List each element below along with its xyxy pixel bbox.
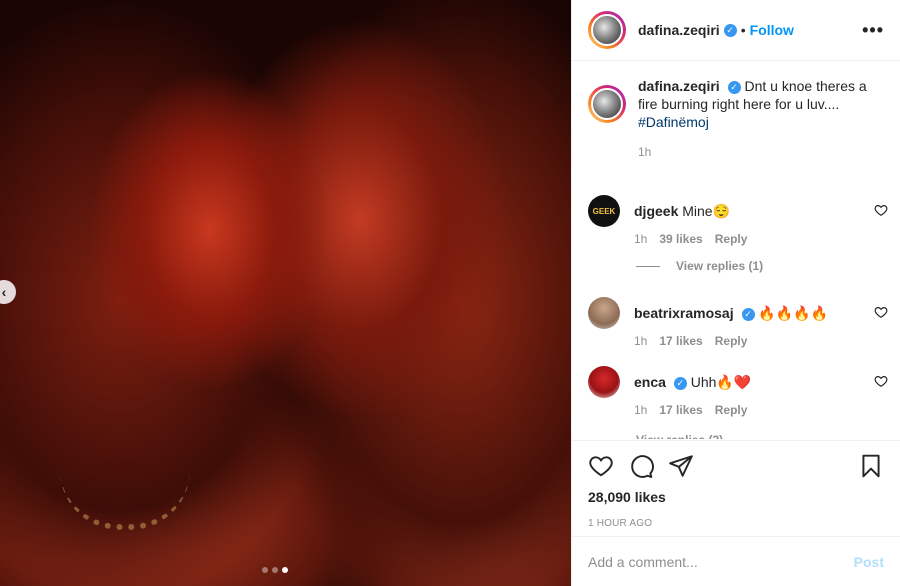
save-bookmark-icon[interactable] — [858, 453, 884, 479]
comments-section[interactable]: dafina.zeqiri ✓ Dnt u knoe theres a fire… — [572, 61, 900, 439]
verified-badge-icon: ✓ — [723, 23, 737, 37]
caption-avatar-ring[interactable] — [588, 85, 626, 123]
carousel-dot — [262, 567, 268, 573]
comment-username[interactable]: djgeek — [634, 203, 678, 219]
like-comment-heart-icon[interactable] — [874, 203, 888, 217]
more-options-icon[interactable]: ••• — [862, 20, 884, 41]
commenter-avatar[interactable] — [588, 297, 620, 329]
share-paper-plane-icon[interactable] — [668, 453, 694, 479]
comment-text: Mine😌 — [682, 203, 731, 219]
comment-text: 🔥🔥🔥🔥 — [758, 305, 829, 321]
chevron-left-icon: ‹ — [1, 284, 7, 300]
comment-time[interactable]: 1h — [634, 334, 647, 348]
divider-line — [636, 265, 660, 267]
caption-username[interactable]: dafina.zeqiri — [638, 78, 720, 94]
comment-item: enca ✓ Uhh🔥❤️ 1h 17 likes Reply — [588, 366, 888, 417]
caption-hashtag[interactable]: #Dafinëmoj — [638, 114, 709, 130]
reply-button[interactable]: Reply — [715, 334, 748, 348]
reply-button[interactable]: Reply — [715, 232, 748, 246]
add-comment-bar: Post — [572, 536, 900, 586]
post-comment-button[interactable]: Post — [854, 554, 884, 570]
carousel-indicator — [262, 567, 288, 573]
carousel-dot — [272, 567, 278, 573]
post-time[interactable]: 1 HOUR AGO — [588, 518, 884, 529]
view-replies-cut[interactable]: View replies (2) — [636, 433, 723, 439]
post-sidebar: dafina.zeqiri ✓ • Follow ••• dafina.zeqi… — [571, 0, 900, 586]
post-photo[interactable]: ‹ — [0, 0, 571, 586]
verified-badge-icon: ✓ — [741, 307, 755, 321]
author-avatar-ring[interactable] — [588, 11, 626, 49]
like-heart-icon[interactable] — [588, 453, 614, 479]
post-header: dafina.zeqiri ✓ • Follow ••• — [572, 0, 900, 61]
comment-username[interactable]: enca — [634, 374, 666, 390]
view-replies-button[interactable]: View replies (1) — [636, 259, 763, 273]
comment-time[interactable]: 1h — [634, 232, 647, 246]
necklace — [60, 430, 190, 530]
comment-time[interactable]: 1h — [634, 403, 647, 417]
author-avatar[interactable] — [591, 14, 623, 46]
post-caption: dafina.zeqiri ✓ Dnt u knoe theres a fire… — [588, 77, 884, 159]
view-replies-label: View replies (1) — [676, 259, 764, 273]
comment-username[interactable]: beatrixramosaj — [634, 305, 734, 321]
verified-badge-icon: ✓ — [673, 376, 687, 390]
comment-bubble-icon[interactable] — [628, 453, 654, 479]
comment-item: beatrixramosaj ✓ 🔥🔥🔥🔥 1h 17 likes Reply — [588, 297, 888, 348]
caption-avatar[interactable] — [591, 88, 623, 120]
commenter-avatar[interactable]: GEEK — [588, 195, 620, 227]
follow-button[interactable]: Follow — [750, 22, 794, 38]
verified-badge-icon: ✓ — [727, 80, 741, 94]
avatar-logo-text: GEEK — [592, 206, 616, 216]
previous-photo-button[interactable]: ‹ — [0, 280, 16, 304]
comment-text: Uhh🔥❤️ — [690, 374, 752, 390]
like-comment-heart-icon[interactable] — [874, 305, 888, 319]
comment-item: GEEK djgeek Mine😌 1h 39 likes Reply — [588, 195, 888, 246]
carousel-dot-active — [282, 567, 288, 573]
post-actions: 28,090 likes 1 HOUR AGO — [572, 440, 900, 529]
add-comment-input[interactable] — [588, 553, 854, 570]
commenter-avatar[interactable] — [588, 366, 620, 398]
comment-likes[interactable]: 17 likes — [659, 403, 702, 417]
author-username[interactable]: dafina.zeqiri — [638, 22, 720, 38]
reply-button[interactable]: Reply — [715, 403, 748, 417]
comment-likes[interactable]: 39 likes — [659, 232, 702, 246]
caption-time[interactable]: 1h — [638, 145, 651, 159]
comment-likes[interactable]: 17 likes — [659, 334, 702, 348]
separator-dot: • — [740, 22, 746, 38]
like-comment-heart-icon[interactable] — [874, 374, 888, 388]
likes-count[interactable]: 28,090 likes — [588, 489, 884, 505]
